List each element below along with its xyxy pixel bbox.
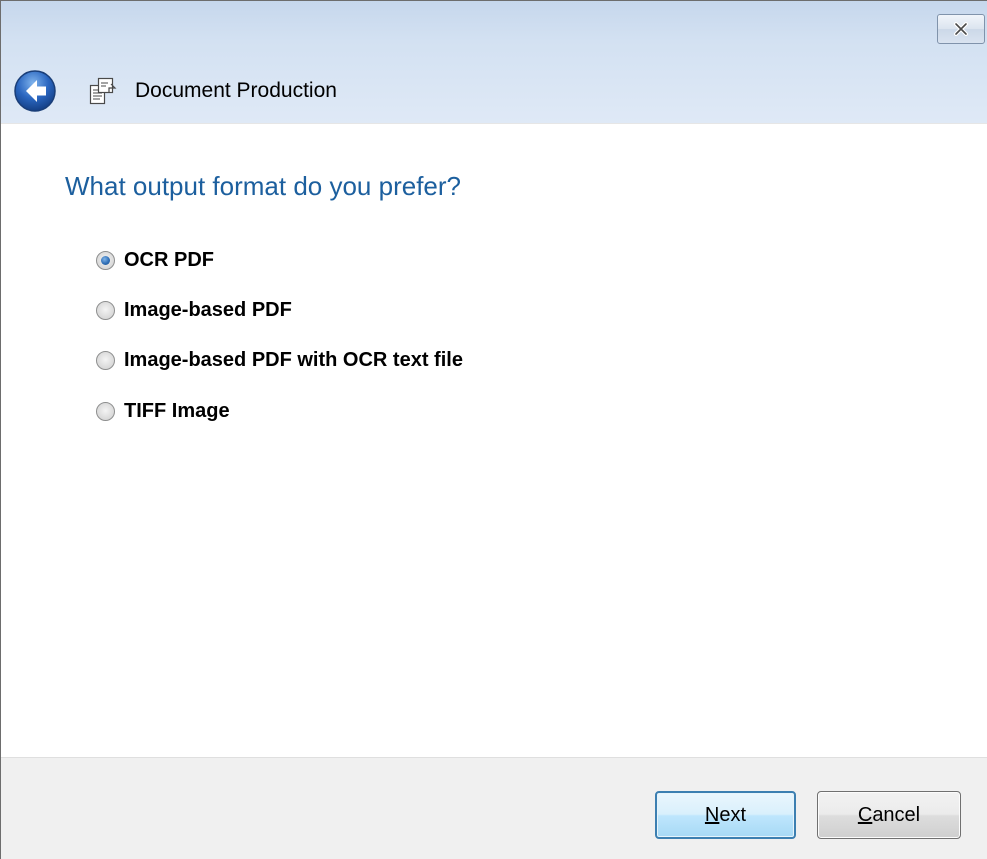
close-button[interactable]: [937, 14, 985, 44]
option-image-based-pdf[interactable]: Image-based PDF: [96, 297, 292, 323]
title-bar: Document Production: [1, 1, 987, 124]
window-title: Document Production: [135, 79, 337, 102]
document-production-icon: [89, 77, 117, 105]
cancel-label-rest: ancel: [872, 803, 921, 826]
cancel-button[interactable]: Cancel: [817, 791, 961, 839]
option-label: Image-based PDF with OCR text file: [124, 348, 463, 371]
option-ocr-pdf[interactable]: OCR PDF: [96, 247, 214, 273]
next-label-rest: ext: [719, 803, 747, 826]
back-button[interactable]: [13, 69, 57, 113]
content-area: What output format do you prefer? OCR PD…: [1, 124, 987, 757]
back-arrow-icon: [14, 70, 56, 112]
cancel-mnemonic: C: [857, 803, 873, 826]
wizard-window: Document Production What output format d…: [0, 0, 987, 859]
radio-button[interactable]: [96, 401, 115, 421]
option-image-based-pdf-with-ocr-text[interactable]: Image-based PDF with OCR text file: [96, 347, 463, 373]
footer-bar: Next Cancel: [1, 757, 987, 859]
option-label: TIFF Image: [124, 399, 230, 422]
radio-button[interactable]: [96, 350, 115, 370]
option-label: Image-based PDF: [124, 298, 292, 321]
radio-button[interactable]: [96, 300, 115, 320]
next-mnemonic: N: [704, 803, 720, 826]
radio-button[interactable]: [96, 250, 115, 270]
option-label: OCR PDF: [124, 248, 214, 271]
page-question: What output format do you prefer?: [65, 171, 461, 201]
option-tiff-image[interactable]: TIFF Image: [96, 398, 230, 424]
next-button[interactable]: Next: [655, 791, 796, 839]
close-icon: [954, 22, 968, 36]
